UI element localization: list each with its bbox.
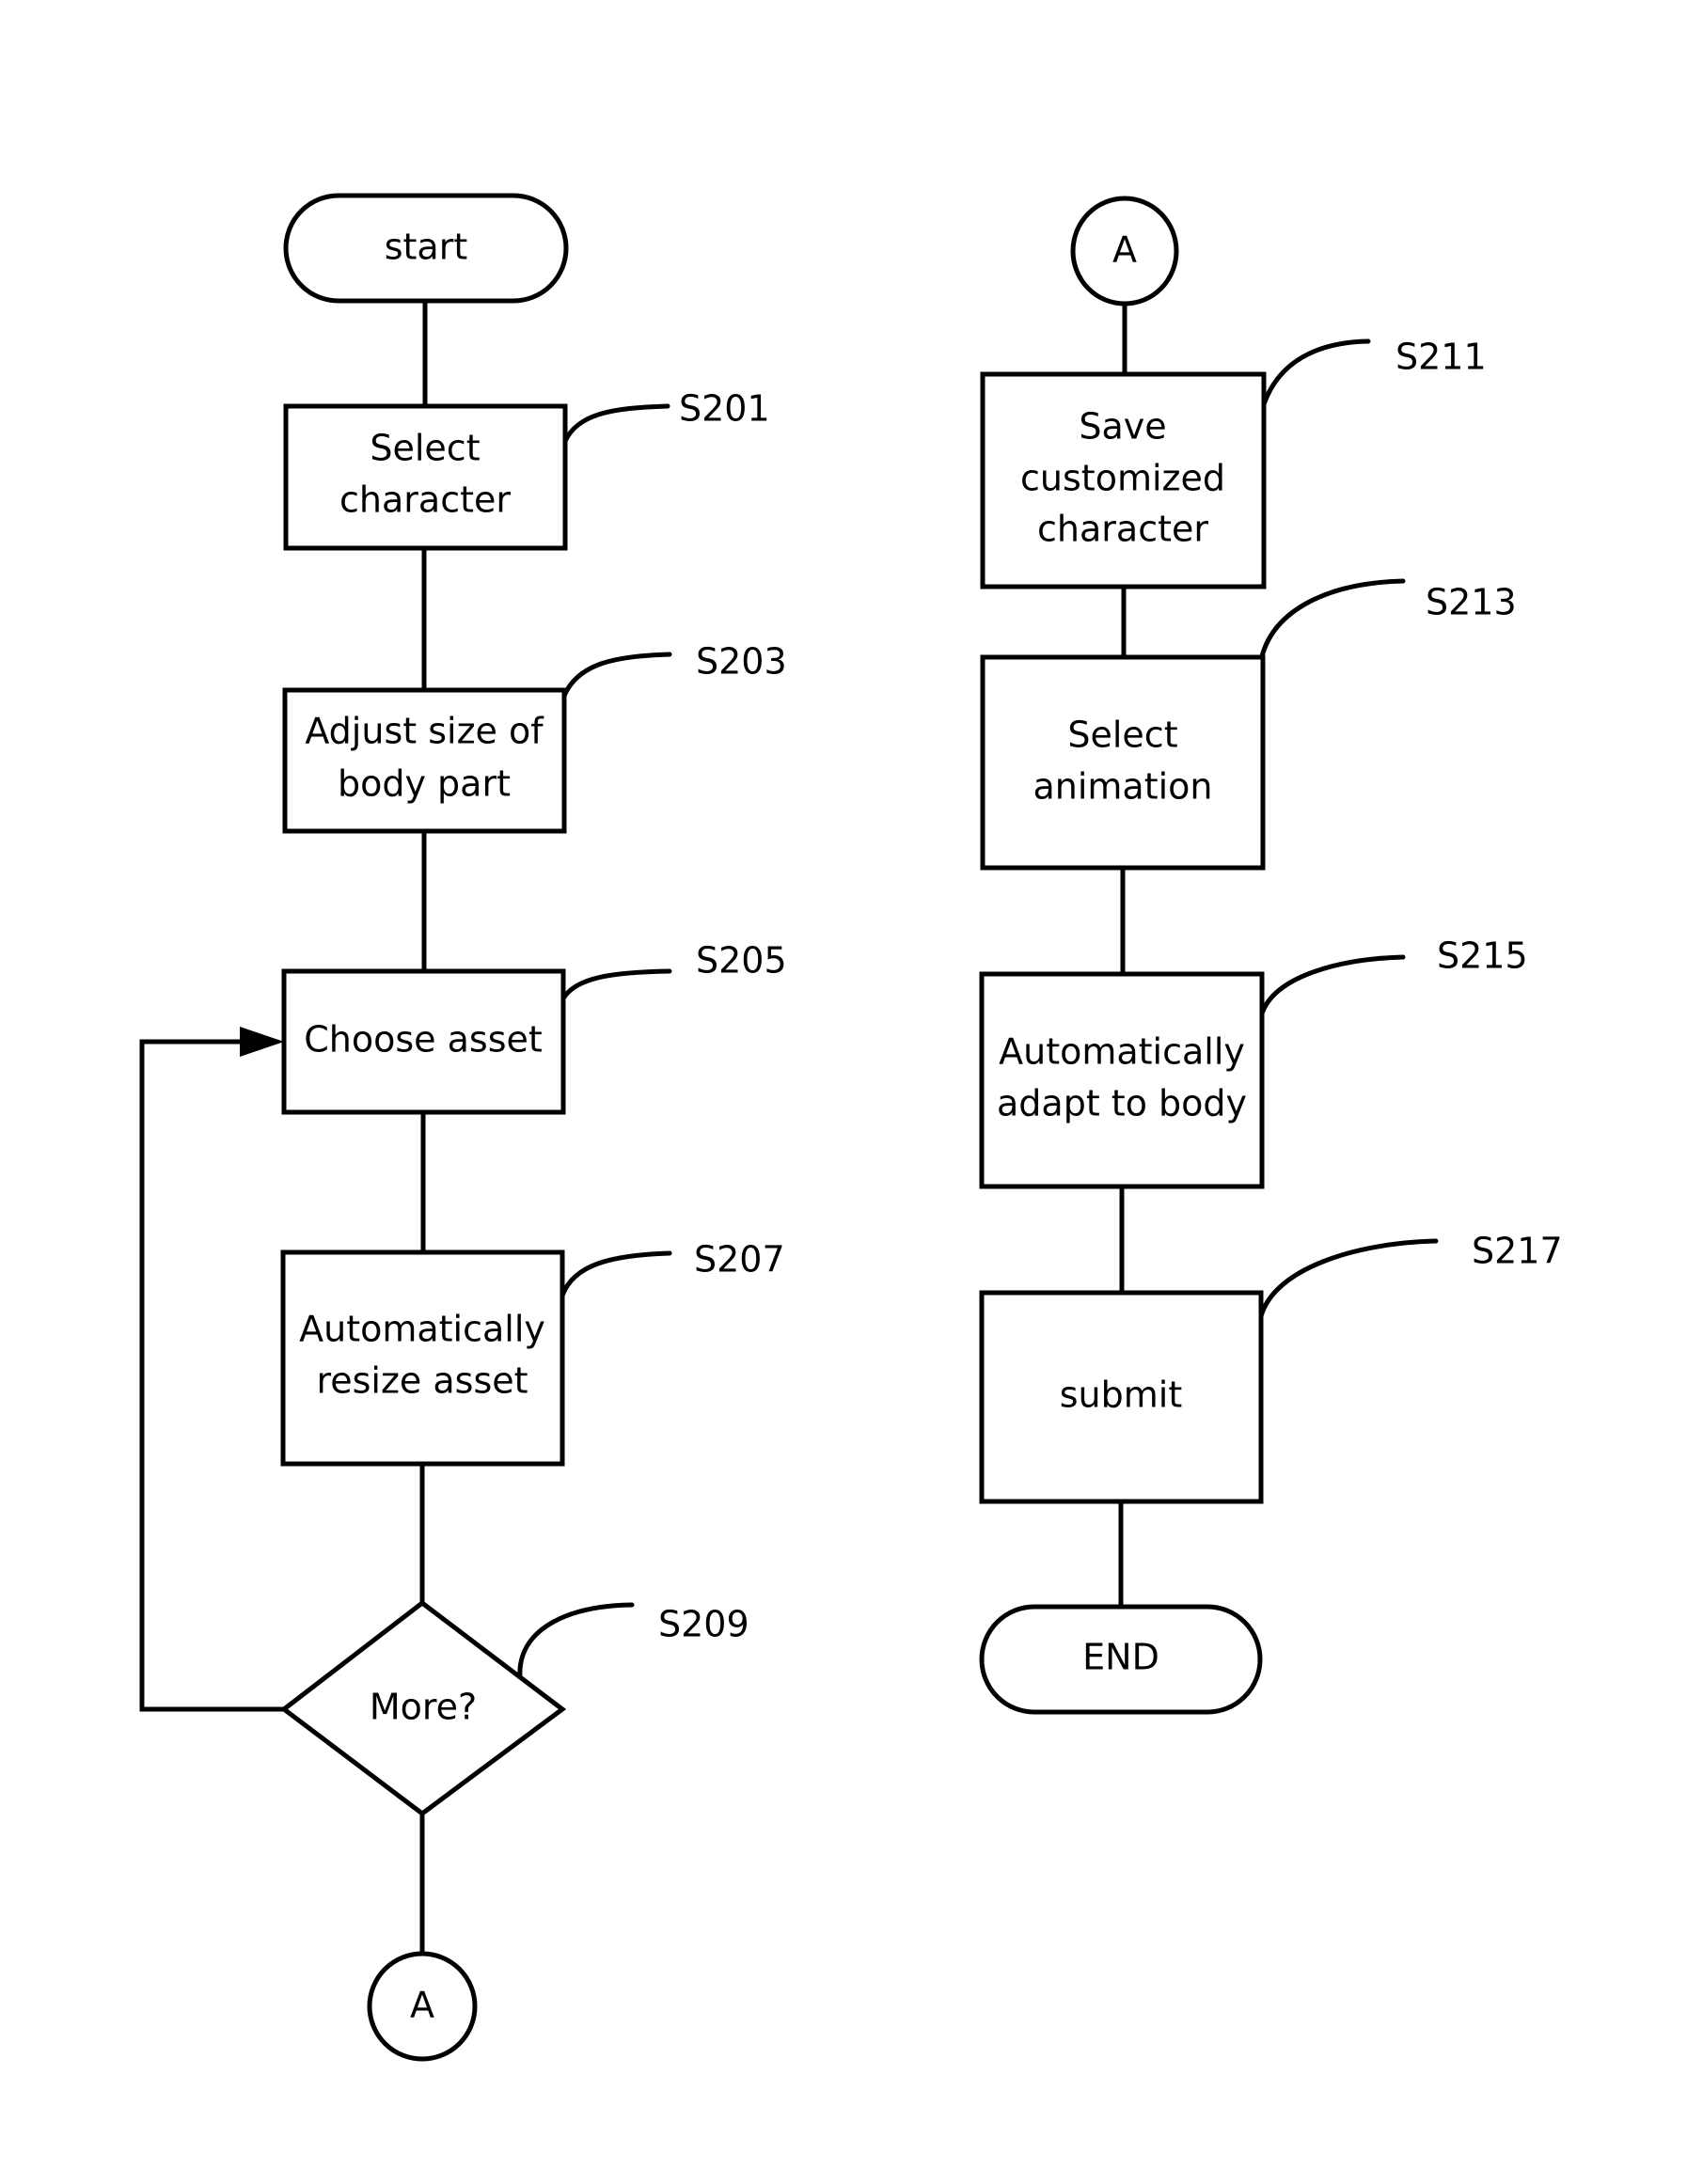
node-s201-label-line-2: character (339, 479, 511, 521)
node-s211: Save customized character S211 (980, 337, 1487, 589)
ref-s203: S203 (696, 641, 787, 683)
node-s207-label-line-1: Automatically (299, 1309, 545, 1350)
node-s201-label-line-1: Select (370, 428, 480, 469)
leader-s211 (1261, 338, 1371, 407)
ref-s207: S207 (694, 1239, 785, 1281)
edge-loop-back (139, 1039, 284, 1712)
ref-s201: S201 (679, 388, 770, 430)
leader-s205 (560, 968, 672, 1001)
leader-s213 (1259, 578, 1406, 659)
leader-s217 (1258, 1238, 1439, 1319)
node-s215-label-line-2: adapt to body (997, 1083, 1247, 1124)
ref-s205: S205 (696, 940, 787, 982)
node-s207: Automatically resize asset S207 (280, 1239, 785, 1467)
node-s207-label-line-2: resize asset (316, 1360, 528, 1402)
ref-s211: S211 (1395, 337, 1487, 378)
ref-s213: S213 (1426, 582, 1517, 623)
node-s205-label: Choose asset (304, 1019, 543, 1061)
node-s211-label-line-3: character (1037, 509, 1208, 550)
ref-s215: S215 (1437, 935, 1528, 977)
connector-out-a: A (367, 1951, 478, 2062)
flowchart: start Select character S201 Adjust size … (139, 193, 1563, 2062)
loop-arrowhead-icon (240, 1027, 284, 1057)
connector-in-a: A (1070, 196, 1179, 306)
connector-out-label: A (410, 1985, 434, 2026)
node-s201: Select character S201 (283, 388, 770, 551)
node-s203: Adjust size of body part S203 (282, 641, 787, 834)
node-s213: Select animation S213 (980, 578, 1517, 871)
leader-s209 (517, 1602, 635, 1680)
node-s211-label-line-1: Save (1079, 406, 1166, 448)
leader-s203 (561, 652, 672, 699)
node-s205: Choose asset S205 (281, 940, 787, 1115)
node-s217: submit S217 (979, 1231, 1563, 1504)
node-s211-label-line-2: customized (1020, 458, 1225, 499)
leader-s215 (1259, 954, 1406, 1016)
leader-s207 (560, 1250, 672, 1298)
node-s209-label: More? (370, 1687, 477, 1728)
ref-s209: S209 (658, 1604, 749, 1645)
connector-in-label: A (1112, 229, 1137, 271)
node-s217-label: submit (1060, 1375, 1182, 1416)
node-s203-label-line-1: Adjust size of (305, 711, 544, 752)
node-s209: More? S209 (279, 1599, 749, 1817)
node-s213-label-line-1: Select (1067, 715, 1177, 756)
node-s203-label-line-2: body part (338, 763, 511, 805)
node-s215-label-line-1: Automatically (999, 1031, 1245, 1073)
node-end: END (979, 1604, 1263, 1715)
node-s215: Automatically adapt to body S215 (979, 935, 1528, 1189)
node-s213-label-line-2: animation (1033, 766, 1212, 808)
ref-s217: S217 (1472, 1231, 1563, 1272)
leader-s201 (562, 403, 670, 444)
node-end-label: END (1082, 1637, 1159, 1678)
node-start-label: start (385, 227, 468, 268)
node-start: start (283, 193, 569, 304)
